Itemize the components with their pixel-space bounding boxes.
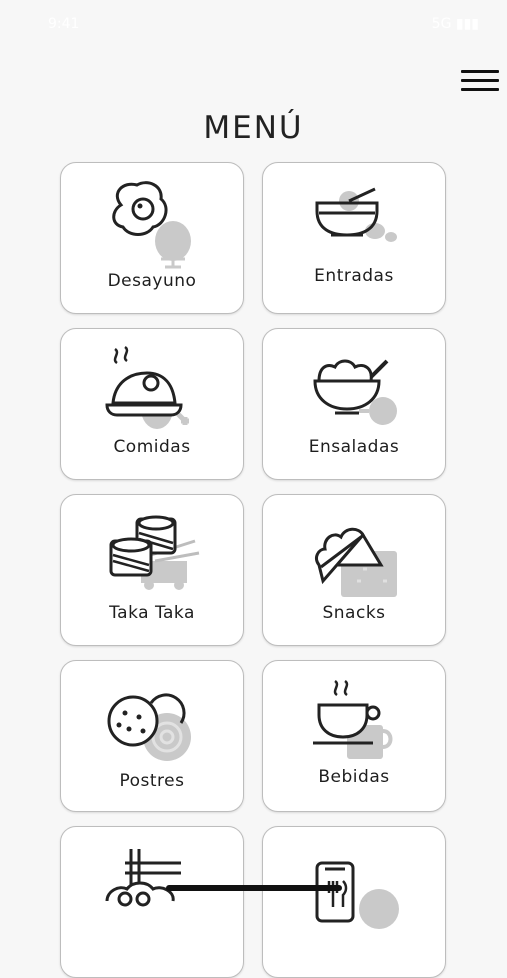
salad-bowl-icon <box>313 359 397 425</box>
category-label: Comidas <box>113 437 191 457</box>
cookies-icon <box>107 693 191 761</box>
category-card-postres[interactable]: Postres <box>60 660 244 812</box>
category-card-9[interactable] <box>60 826 244 978</box>
category-label: Entradas <box>314 266 394 286</box>
category-card-comidas[interactable]: Comidas <box>60 328 244 480</box>
category-card-desayuno[interactable]: Desayuno <box>60 162 244 314</box>
category-label: Snacks <box>322 603 386 623</box>
fried-egg-icon <box>112 181 191 269</box>
category-card-entradas[interactable]: Entradas <box>262 162 446 314</box>
category-card-bebidas[interactable]: Bebidas <box>262 660 446 812</box>
category-card-10[interactable] <box>262 826 446 978</box>
status-bar: 9:41 5G ▮▮▮ <box>0 0 507 46</box>
status-indicators: 5G ▮▮▮ <box>431 16 479 32</box>
status-time: 9:41 <box>48 16 80 32</box>
sushi-icon <box>109 515 200 590</box>
category-label: Postres <box>119 771 185 791</box>
home-indicator[interactable] <box>166 885 342 891</box>
category-label: Bebidas <box>318 767 390 787</box>
page-title: MENÚ <box>203 110 304 146</box>
soup-bowl-icon <box>315 187 397 242</box>
category-label: Desayuno <box>107 271 197 291</box>
category-card-taka-taka[interactable]: Taka Taka <box>60 494 244 646</box>
roast-chicken-icon <box>105 345 189 429</box>
coffee-cup-icon <box>313 679 393 759</box>
category-card-snacks[interactable]: Snacks <box>262 494 446 646</box>
category-card-ensaladas[interactable]: Ensaladas <box>262 328 446 480</box>
sandwich-icon <box>315 527 397 597</box>
category-label: Ensaladas <box>308 437 400 457</box>
category-label: Taka Taka <box>109 603 195 623</box>
hamburger-menu-button[interactable] <box>458 68 502 98</box>
